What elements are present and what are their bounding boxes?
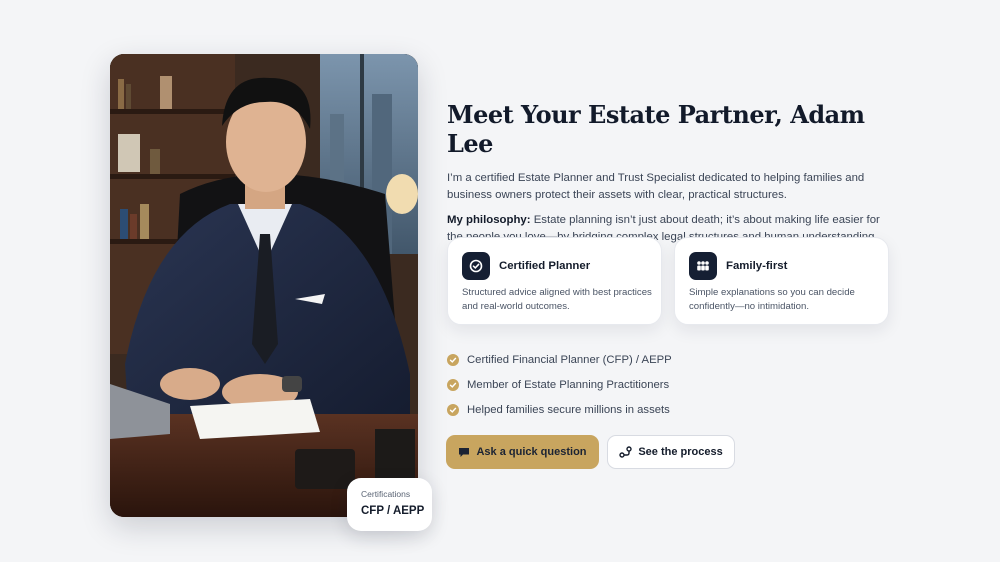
- see-process-label: See the process: [638, 446, 723, 458]
- profile-photo: [110, 54, 418, 517]
- family-icon: [689, 252, 717, 280]
- card-description: Simple explanations so you can decide co…: [689, 287, 855, 312]
- portrait-illustration: [110, 54, 418, 517]
- list-item-text: Member of Estate Planning Practitioners: [467, 378, 670, 391]
- card-certified-planner: Certified Planner Structured advice alig…: [447, 237, 662, 325]
- chat-bubble-icon: [459, 447, 470, 457]
- see-process-button[interactable]: See the process: [607, 435, 735, 469]
- credentials-list: Certified Financial Planner (CFP) / AEPP…: [447, 347, 672, 422]
- ask-question-button[interactable]: Ask a quick question: [446, 435, 599, 469]
- philosophy-label: My philosophy:: [447, 214, 531, 226]
- checkmark-icon: [447, 353, 459, 366]
- card-description: Structured advice aligned with best prac…: [462, 287, 652, 312]
- certifications-badge: Certifications CFP / AEPP: [347, 478, 432, 531]
- intro-text: I’m a certified Estate Planner and Trust…: [447, 172, 865, 201]
- check-badge-icon: [462, 252, 490, 280]
- page-title: Meet Your Estate Partner, Adam Lee: [447, 100, 865, 158]
- certifications-label: Certifications: [361, 489, 411, 499]
- ask-question-label: Ask a quick question: [476, 446, 587, 458]
- checkmark-icon: [447, 378, 459, 391]
- process-flow-icon: [619, 446, 633, 458]
- list-item-text: Helped families secure millions in asset…: [467, 403, 670, 416]
- list-item-text: Certified Financial Planner (CFP) / AEPP: [467, 353, 672, 366]
- list-item: Member of Estate Planning Practitioners: [447, 372, 672, 397]
- certifications-value: CFP / AEPP: [361, 505, 425, 517]
- about-section: Meet Your Estate Partner, Adam Lee I’m a…: [447, 100, 907, 246]
- checkmark-icon: [447, 403, 459, 416]
- list-item: Helped families secure millions in asset…: [447, 397, 672, 422]
- card-family-first: Family-first Simple explanations so you …: [674, 237, 889, 325]
- list-item: Certified Financial Planner (CFP) / AEPP: [447, 347, 672, 372]
